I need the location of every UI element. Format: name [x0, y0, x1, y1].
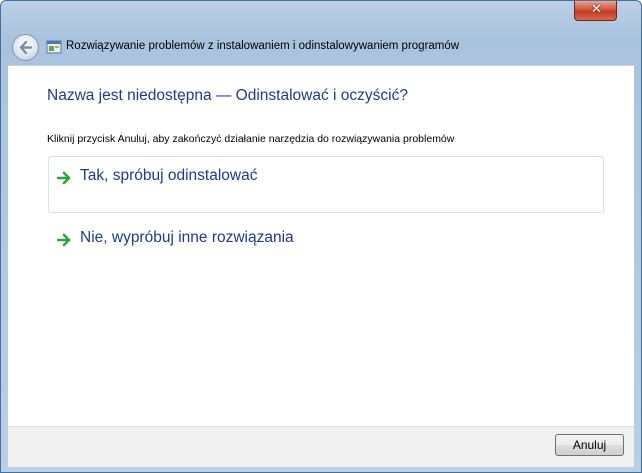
- main-content: Nazwa jest niedostępna — Odinstalować i …: [8, 65, 634, 426]
- back-button[interactable]: [12, 34, 39, 61]
- cancel-button[interactable]: Anuluj: [555, 434, 624, 456]
- navigation-bar: Rozwiązywanie problemów z instalowaniem …: [8, 31, 634, 65]
- green-arrow-icon: [57, 233, 71, 247]
- footer-bar: Anuluj: [8, 426, 634, 467]
- troubleshooter-icon: [46, 40, 62, 54]
- instruction-text: Kliknij przycisk Anuluj, aby zakończyć d…: [47, 133, 455, 145]
- option-try-uninstall[interactable]: Tak, spróbuj odinstalować: [48, 156, 604, 213]
- title-bar[interactable]: ✕: [1, 1, 641, 29]
- question-heading: Nazwa jest niedostępna — Odinstalować i …: [47, 87, 408, 104]
- option-try-other-solutions[interactable]: Nie, wypróbuj inne rozwiązania: [48, 220, 604, 256]
- option-label: Nie, wypróbuj inne rozwiązania: [80, 229, 294, 246]
- close-button[interactable]: ✕: [574, 1, 617, 21]
- green-arrow-icon: [57, 171, 71, 185]
- close-icon: ✕: [591, 2, 602, 17]
- page-title: Rozwiązywanie problemów z instalowaniem …: [66, 40, 460, 52]
- back-arrow-icon: [19, 40, 33, 55]
- troubleshooter-window: ✕ Rozwiązywanie problemów z instalowanie…: [0, 0, 642, 473]
- option-label: Tak, spróbuj odinstalować: [80, 167, 258, 184]
